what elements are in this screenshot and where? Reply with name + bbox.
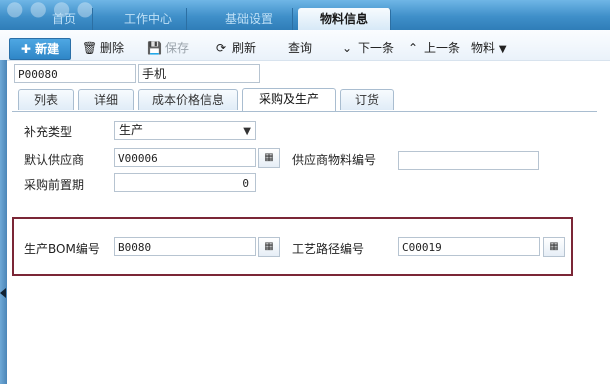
next-label: 下一条 xyxy=(358,41,395,55)
save-label: 保存 xyxy=(165,41,190,55)
chevron-down-icon: ⌄ xyxy=(341,41,353,55)
default-supplier-field[interactable]: V00006 xyxy=(114,148,256,167)
nav-tab-home[interactable]: 首页 xyxy=(36,8,93,30)
trash-icon: 🗑 xyxy=(82,41,98,55)
nav-tab-workcenter[interactable]: 工作中心 xyxy=(110,8,187,30)
save-button[interactable]: 💾 保存 xyxy=(147,40,189,56)
grid-icon: ▦ xyxy=(264,152,274,163)
routing-lookup-button[interactable]: ▦ xyxy=(543,237,565,257)
bom-number-field[interactable]: B0080 xyxy=(114,237,256,256)
routing-number-field[interactable]: C00019 xyxy=(398,237,540,256)
tab-purchase-production[interactable]: 采购及生产 xyxy=(242,88,336,111)
prev-record-button[interactable]: ⌃ 上一条 xyxy=(406,40,460,56)
material-menu-button[interactable]: 物料 ▼ xyxy=(471,40,507,58)
grid-icon: ▦ xyxy=(549,241,559,252)
top-nav-bar: ●●●● 首页 工作中心 基础设置 物料信息 xyxy=(0,0,610,30)
refresh-icon: ⟳ xyxy=(215,41,227,55)
supplier-item-no-field[interactable] xyxy=(398,151,539,170)
refresh-label: 刷新 xyxy=(232,41,257,55)
purchase-lead-time-label: 采购前置期 xyxy=(24,178,85,192)
bom-lookup-button[interactable]: ▦ xyxy=(258,237,280,257)
toolbar: ✚ 新建 🗑 删除 💾 保存 ⟳ 刷新 查询 ⌄ 下一条 ⌃ 上一条 物料 ▼ xyxy=(0,30,610,61)
refresh-button[interactable]: ⟳ 刷新 xyxy=(214,40,256,56)
delete-label: 删除 xyxy=(100,41,125,55)
tab-list[interactable]: 列表 xyxy=(18,89,74,110)
side-collapse-handle[interactable] xyxy=(0,60,7,384)
plus-icon: ✚ xyxy=(20,42,31,56)
next-record-button[interactable]: ⌄ 下一条 xyxy=(340,40,394,56)
tab-cost-price[interactable]: 成本价格信息 xyxy=(138,89,238,110)
new-button-label: 新建 xyxy=(35,42,60,56)
bom-number-label: 生产BOM编号 xyxy=(24,242,100,256)
tab-order[interactable]: 订货 xyxy=(340,89,394,110)
query-button[interactable]: 查询 xyxy=(288,40,312,56)
grid-icon: ▦ xyxy=(264,241,274,252)
floppy-icon: 💾 xyxy=(147,41,162,55)
delete-button[interactable]: 🗑 删除 xyxy=(82,40,124,56)
collapse-arrow-icon xyxy=(0,288,6,298)
chevron-down-icon: ▼ xyxy=(243,126,251,137)
purchase-lead-time-field[interactable]: 0 xyxy=(114,173,256,192)
prev-label: 上一条 xyxy=(424,41,461,55)
supplier-item-no-label: 供应商物料编号 xyxy=(292,153,377,167)
caret-down-icon: ▼ xyxy=(498,44,507,55)
chevron-up-icon: ⌃ xyxy=(407,41,419,55)
supplier-lookup-button[interactable]: ▦ xyxy=(258,148,280,168)
supply-type-value: 生产 xyxy=(119,123,144,137)
supply-type-label: 补充类型 xyxy=(24,125,73,139)
material-code-field[interactable]: P00080 xyxy=(14,64,136,83)
tab-detail[interactable]: 详细 xyxy=(78,89,134,110)
material-name-field[interactable]: 手机 xyxy=(138,64,260,83)
default-supplier-label: 默认供应商 xyxy=(24,153,85,167)
material-menu-label: 物料 xyxy=(471,41,496,55)
routing-number-label: 工艺路径编号 xyxy=(292,242,365,256)
supply-type-select[interactable]: 生产 ▼ xyxy=(114,121,256,140)
nav-tab-basic-settings[interactable]: 基础设置 xyxy=(206,8,293,30)
nav-tab-material-info[interactable]: 物料信息 xyxy=(298,8,391,30)
new-button[interactable]: ✚ 新建 xyxy=(9,38,71,60)
divider xyxy=(7,60,610,61)
